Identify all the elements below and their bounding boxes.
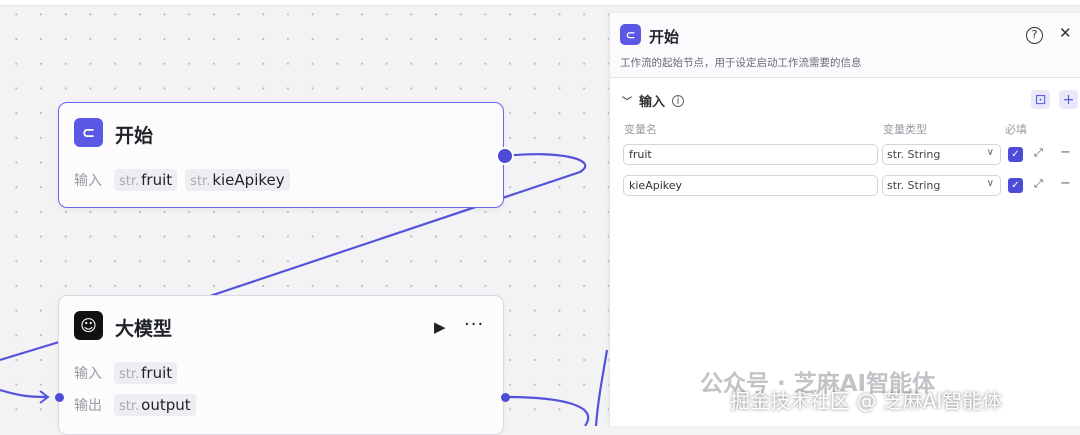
start-icon: ⊂ [620, 24, 641, 45]
start-node[interactable]: ⊂ 开始 输入 str. fruit str. kieApikey [58, 102, 504, 208]
input-label: 输入 [74, 366, 102, 382]
node-title: 大模型 [115, 318, 173, 340]
add-variable-button[interactable]: + [1059, 90, 1078, 109]
start-icon: ⊂ [74, 118, 103, 147]
chevron-down-icon: ∨ [986, 178, 994, 189]
llm-node[interactable]: ☺ 大模型 ▶ ··· 输入 str. fruit 输出 str. output [58, 295, 504, 435]
required-checkbox[interactable]: ✓ [1008, 147, 1023, 162]
remove-icon[interactable]: − [1060, 145, 1071, 160]
start-output-port[interactable] [496, 147, 514, 165]
variable-type-select[interactable]: str. String ∨ [882, 175, 1001, 196]
variable-name-input[interactable] [623, 175, 878, 196]
llm-icon: ☺ [74, 311, 103, 340]
edge-right [594, 349, 609, 426]
output-label: 输出 [74, 398, 102, 414]
watermark-caption: 掘金技术社区 @ 芝麻AI智能体 [730, 389, 1003, 413]
panel-title: 开始 [649, 28, 680, 46]
required-checkbox[interactable]: ✓ [1008, 178, 1023, 193]
import-button[interactable]: ⊡ [1031, 90, 1050, 109]
variable-row: str. String∨ ✓ ⤢ − [623, 175, 1073, 196]
node-title: 开始 [115, 125, 154, 147]
help-icon[interactable]: ? [1026, 27, 1043, 44]
input-tag: str. fruit [114, 169, 178, 191]
edge-llm-out [504, 395, 590, 426]
llm-output-port[interactable] [501, 393, 510, 402]
info-icon: i [672, 94, 685, 107]
col-required: 必填 [1005, 123, 1027, 136]
section-title: 输入 [639, 95, 666, 110]
col-type: 变量类型 [883, 123, 927, 136]
input-section-header[interactable]: ﹀ 输入 i [622, 91, 685, 110]
more-icon[interactable]: ··· [464, 314, 484, 335]
expand-icon[interactable]: ⤢ [1034, 146, 1043, 160]
col-name: 变量名 [624, 123, 657, 136]
panel-description: 工作流的起始节点，用于设定启动工作流需要的信息 [620, 57, 862, 69]
input-tag: str. fruit [114, 362, 178, 384]
expand-icon[interactable]: ⤢ [1034, 177, 1043, 191]
close-icon[interactable]: ✕ [1059, 24, 1072, 42]
variable-name-input[interactable] [623, 144, 878, 165]
input-tag: str. kieApikey [185, 169, 290, 191]
chevron-down-icon: ∨ [986, 147, 994, 158]
output-tag: str. output [114, 394, 196, 416]
remove-icon[interactable]: − [1060, 176, 1071, 191]
variable-row: str. String∨ ✓ ⤢ − [623, 144, 1073, 165]
llm-input-port[interactable] [55, 393, 64, 402]
run-icon[interactable]: ▶ [434, 318, 446, 336]
input-label: 输入 [74, 173, 102, 189]
edge-into-llm [0, 388, 47, 399]
variable-type-select[interactable]: str. String ∨ [882, 144, 1001, 165]
chevron-down-icon: ﹀ [622, 97, 632, 108]
